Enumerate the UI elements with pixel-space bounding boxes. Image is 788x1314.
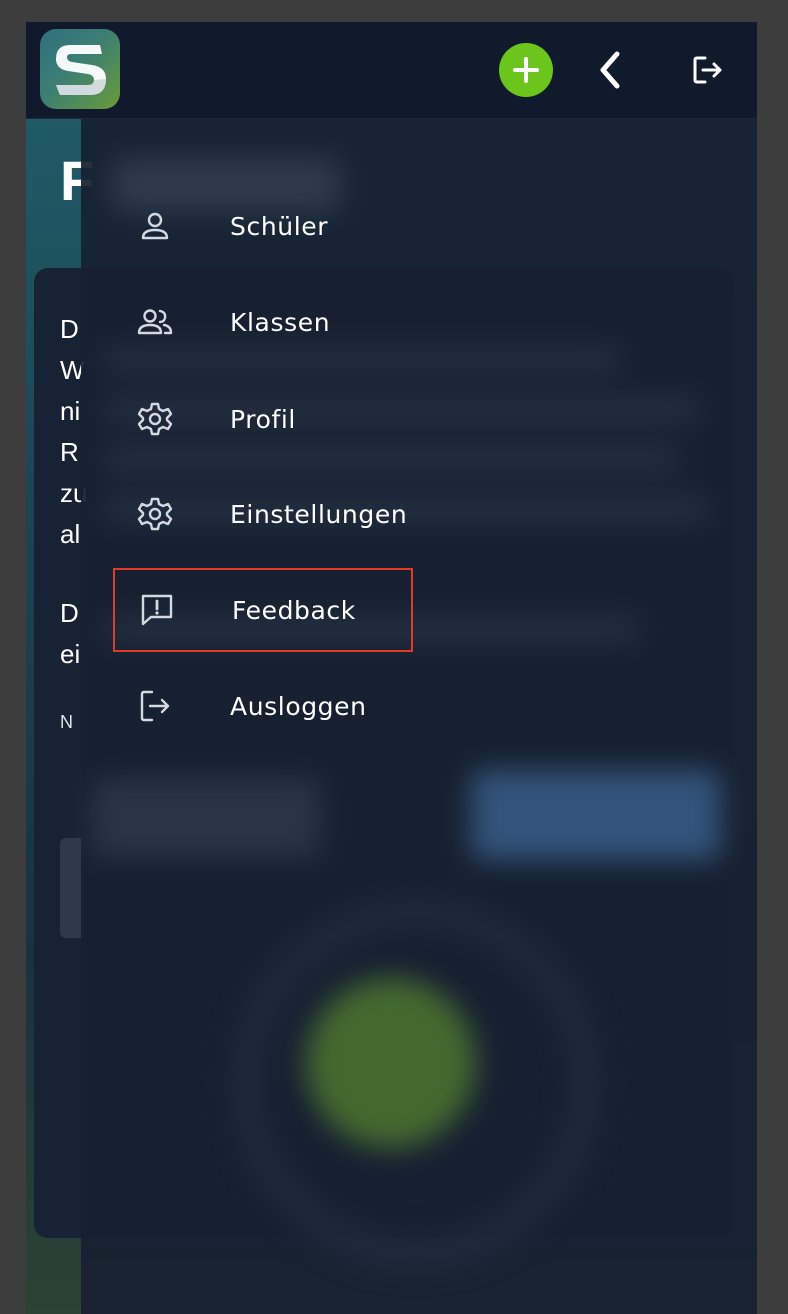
logo-s-icon bbox=[56, 45, 106, 95]
navigation-drawer: Schüler Klassen Profil Einstellungen Fee… bbox=[81, 118, 757, 1314]
card-small-text: N bbox=[60, 712, 74, 732]
app-frame: F D W ni R zu al D ei N Schüler Klassen … bbox=[26, 22, 757, 1314]
menu-item-label: Schüler bbox=[230, 211, 329, 241]
logout-icon bbox=[135, 686, 175, 726]
menu-item-schueler[interactable]: Schüler bbox=[113, 184, 413, 268]
app-logo[interactable] bbox=[40, 29, 120, 109]
menu-item-klassen[interactable]: Klassen bbox=[113, 280, 413, 364]
top-bar bbox=[26, 22, 757, 119]
people-icon bbox=[135, 302, 175, 342]
menu-item-feedback[interactable]: Feedback bbox=[113, 568, 413, 652]
person-icon bbox=[135, 206, 175, 246]
feedback-icon bbox=[137, 590, 177, 630]
plus-icon bbox=[513, 57, 539, 83]
menu-item-einstellungen[interactable]: Einstellungen bbox=[113, 472, 413, 556]
back-button[interactable] bbox=[588, 48, 632, 92]
card-text-line: D bbox=[60, 598, 79, 628]
card-text-line: al bbox=[60, 519, 81, 549]
gear-icon bbox=[135, 494, 175, 534]
menu-item-ausloggen[interactable]: Ausloggen bbox=[113, 664, 413, 748]
chevron-left-icon bbox=[600, 51, 620, 89]
menu-item-profil[interactable]: Profil bbox=[113, 377, 413, 461]
menu-item-label: Profil bbox=[230, 404, 296, 434]
card-text-line: D bbox=[60, 314, 79, 344]
menu-item-label: Feedback bbox=[232, 595, 356, 625]
card-text-line: ni bbox=[60, 396, 81, 426]
menu-item-label: Ausloggen bbox=[230, 691, 367, 721]
menu-item-label: Klassen bbox=[230, 307, 331, 337]
card-text-line: ei bbox=[60, 639, 81, 669]
card-text-line: R bbox=[60, 437, 79, 467]
add-button[interactable] bbox=[499, 43, 553, 97]
logout-icon bbox=[693, 56, 722, 84]
logout-button[interactable] bbox=[688, 50, 728, 90]
menu-item-label: Einstellungen bbox=[230, 499, 408, 529]
gear-icon bbox=[135, 399, 175, 439]
